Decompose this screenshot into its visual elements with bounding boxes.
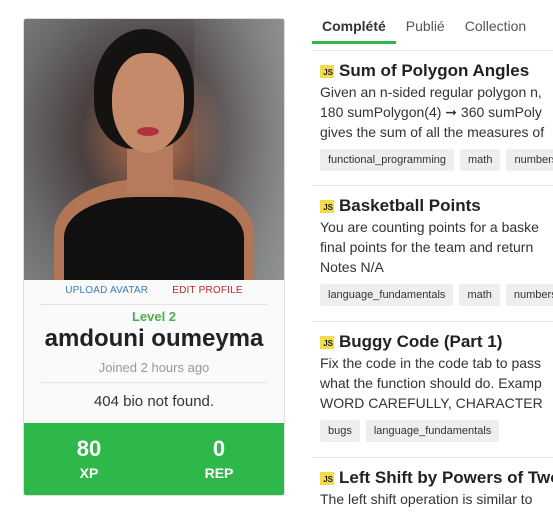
avatar xyxy=(24,19,284,280)
tab-published[interactable]: Publié xyxy=(396,0,455,44)
tag[interactable]: math xyxy=(459,284,500,306)
rep-label: REP xyxy=(204,465,234,481)
xp-label: XP xyxy=(79,465,99,481)
tag[interactable]: language_fundamentals xyxy=(365,420,500,442)
user-bio: 404 bio not found. xyxy=(93,393,215,410)
challenge-item[interactable]: JS Basketball Points You are counting po… xyxy=(312,185,553,306)
user-name: amdouni oumeyma xyxy=(44,325,264,352)
rep-stat: 0 REP xyxy=(154,423,284,495)
js-icon: JS xyxy=(320,335,334,349)
challenge-item[interactable]: JS Left Shift by Powers of Two The left … xyxy=(312,457,553,508)
challenge-title[interactable]: Basketball Points xyxy=(339,196,481,216)
challenge-desc-line: The left shift operation is similar to xyxy=(320,491,533,507)
challenge-title[interactable]: Left Shift by Powers of Two xyxy=(339,468,553,488)
challenge-desc-line: Notes N/A xyxy=(320,259,384,275)
profile-card: UPLOAD AVATAR EDIT PROFILE Level 2 amdou… xyxy=(23,18,285,496)
tab-bar: Complété Publié Collection xyxy=(312,0,553,44)
profile-actions: UPLOAD AVATAR EDIT PROFILE xyxy=(24,285,284,303)
challenge-desc-line: gives the sum of all the measures of xyxy=(320,124,545,140)
profile-page: UPLOAD AVATAR EDIT PROFILE Level 2 amdou… xyxy=(0,0,553,512)
tag[interactable]: bugs xyxy=(320,420,360,442)
tag[interactable]: functional_programming xyxy=(320,149,455,171)
js-icon: JS xyxy=(320,64,334,78)
xp-stat: 80 XP xyxy=(24,423,154,495)
js-icon: JS xyxy=(320,199,334,213)
challenge-desc-line: Given an n-sided regular polygon n, xyxy=(320,84,542,100)
challenge-item[interactable]: JS Buggy Code (Part 1) Fix the code in t… xyxy=(312,321,553,442)
challenge-desc-line: 180 sumPolygon(4) ➞ 360 sumPoly xyxy=(320,104,542,120)
tag[interactable]: numbers xyxy=(506,149,553,171)
tab-collection[interactable]: Collection xyxy=(455,0,536,44)
challenge-title[interactable]: Buggy Code (Part 1) xyxy=(339,332,502,352)
challenge-desc-line: Fix the code in the code tab to pass xyxy=(320,355,542,371)
tag-list: language_fundamentals math numbers xyxy=(320,284,553,306)
tag[interactable]: math xyxy=(460,149,501,171)
js-icon: JS xyxy=(320,471,334,485)
challenge-item[interactable]: JS Sum of Polygon Angles Given an n-side… xyxy=(312,50,553,171)
tag[interactable]: numbers xyxy=(505,284,553,306)
joined-date: Joined 2 hours ago xyxy=(98,360,210,375)
tag-list: functional_programming math numbers xyxy=(320,149,553,171)
challenge-title[interactable]: Sum of Polygon Angles xyxy=(339,61,529,81)
tag[interactable]: language_fundamentals xyxy=(320,284,454,306)
tab-complete[interactable]: Complété xyxy=(312,0,396,44)
challenge-desc-line: You are counting points for a baske xyxy=(320,219,539,235)
xp-value: 80 xyxy=(76,436,102,461)
stats-bar: 80 XP 0 REP xyxy=(24,423,284,495)
divider xyxy=(41,304,267,305)
divider xyxy=(41,382,267,383)
upload-avatar-link[interactable]: UPLOAD AVATAR xyxy=(65,285,148,303)
challenge-desc-line: what the function should do. Examp xyxy=(320,375,542,391)
rep-value: 0 xyxy=(212,436,226,461)
edit-profile-link[interactable]: EDIT PROFILE xyxy=(172,285,243,303)
challenge-desc-line: WORD CAREFULLY, CHARACTER xyxy=(320,395,543,411)
challenge-list: JS Sum of Polygon Angles Given an n-side… xyxy=(312,50,553,512)
challenge-desc-line: final points for the team and return xyxy=(320,239,534,255)
tag-list: bugs language_fundamentals xyxy=(320,420,553,442)
level-label: Level 2 xyxy=(131,309,177,324)
